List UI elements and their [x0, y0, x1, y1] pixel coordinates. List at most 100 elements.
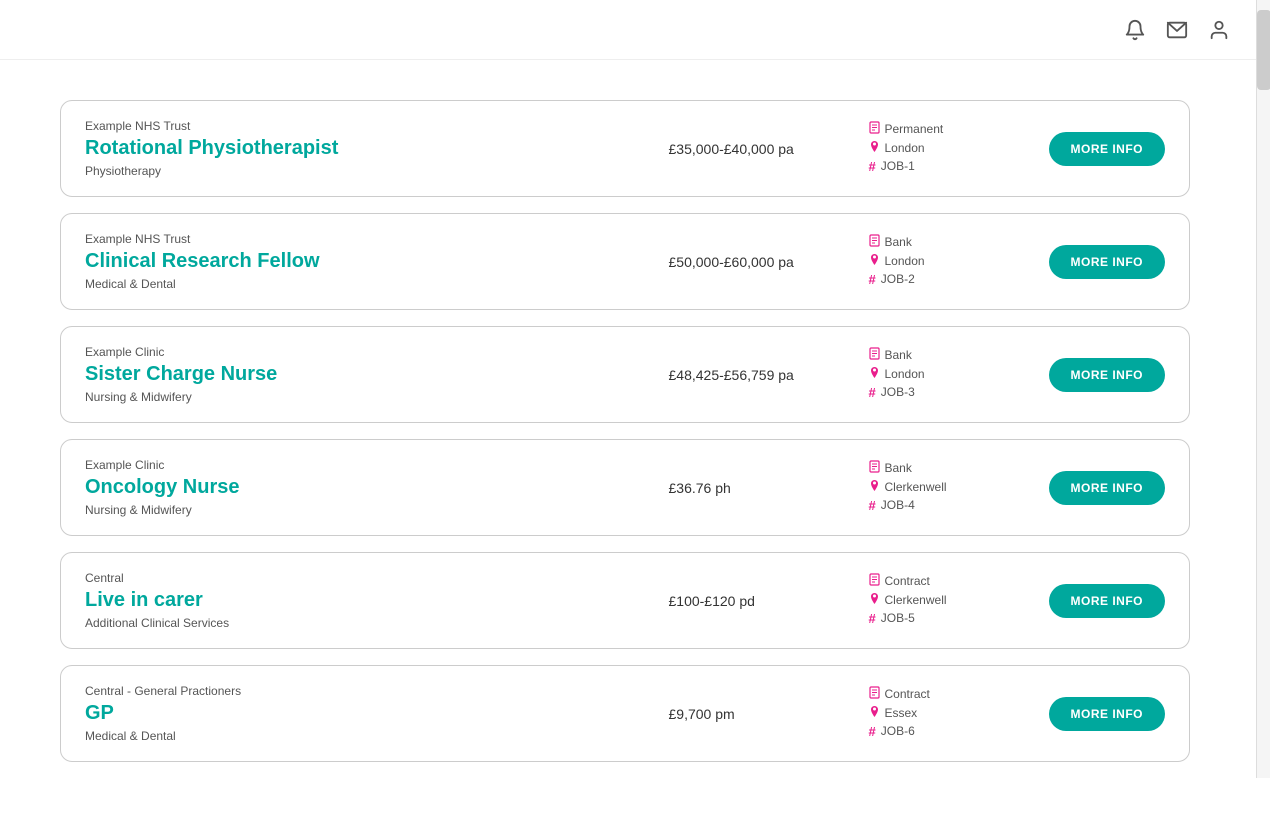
job-info: Central Live in carer Additional Clinica…	[85, 571, 649, 630]
hash-icon: #	[869, 272, 876, 287]
job-id: # JOB-2	[869, 272, 1029, 287]
more-info-button[interactable]: MORE INFO	[1049, 697, 1166, 731]
jobs-list: Example NHS Trust Rotational Physiothera…	[0, 60, 1270, 818]
job-location: Essex	[869, 705, 1029, 721]
scrollbar[interactable]	[1256, 0, 1270, 778]
job-card: Example NHS Trust Clinical Research Fell…	[60, 213, 1190, 310]
job-title: GP	[85, 702, 649, 725]
job-salary: £100-£120 pd	[669, 593, 849, 609]
job-id: # JOB-6	[869, 724, 1029, 739]
more-info-button[interactable]: MORE INFO	[1049, 358, 1166, 392]
job-org: Example NHS Trust	[85, 232, 649, 246]
job-card: Example Clinic Sister Charge Nurse Nursi…	[60, 326, 1190, 423]
more-info-button[interactable]: MORE INFO	[1049, 245, 1166, 279]
job-type-text: Bank	[885, 235, 912, 249]
doc-icon	[869, 460, 880, 476]
job-location-text: Clerkenwell	[885, 593, 947, 607]
hash-icon: #	[869, 159, 876, 174]
job-meta: Contract Essex # JOB-6	[869, 686, 1029, 742]
job-info: Example Clinic Oncology Nurse Nursing & …	[85, 458, 649, 517]
job-info: Example NHS Trust Rotational Physiothera…	[85, 119, 649, 178]
job-id: # JOB-5	[869, 611, 1029, 626]
job-type-text: Contract	[885, 687, 930, 701]
job-id-text: JOB-6	[881, 724, 915, 738]
job-title: Oncology Nurse	[85, 476, 649, 499]
job-location-text: London	[885, 254, 925, 268]
job-id-text: JOB-4	[881, 498, 915, 512]
job-info: Example NHS Trust Clinical Research Fell…	[85, 232, 649, 291]
job-type-text: Bank	[885, 461, 912, 475]
hash-icon: #	[869, 385, 876, 400]
job-location-text: Essex	[885, 706, 918, 720]
job-id: # JOB-4	[869, 498, 1029, 513]
mail-icon[interactable]	[1166, 19, 1188, 41]
job-type: Bank	[869, 460, 1029, 476]
job-category: Additional Clinical Services	[85, 616, 649, 630]
doc-icon	[869, 686, 880, 702]
job-type: Bank	[869, 234, 1029, 250]
job-location: London	[869, 140, 1029, 156]
job-id-text: JOB-1	[881, 159, 915, 173]
doc-icon	[869, 573, 880, 589]
job-type: Permanent	[869, 121, 1029, 137]
location-icon	[869, 366, 880, 382]
job-meta: Bank London # JOB-2	[869, 234, 1029, 290]
job-title: Rotational Physiotherapist	[85, 137, 649, 160]
job-org: Example Clinic	[85, 458, 649, 472]
location-icon	[869, 253, 880, 269]
job-title: Live in carer	[85, 589, 649, 612]
job-category: Medical & Dental	[85, 729, 649, 743]
job-location: Clerkenwell	[869, 592, 1029, 608]
doc-icon	[869, 121, 880, 137]
job-salary: £9,700 pm	[669, 706, 849, 722]
main-nav	[1064, 27, 1094, 33]
job-org: Central - General Practioners	[85, 684, 649, 698]
job-category: Physiotherapy	[85, 164, 649, 178]
job-type: Contract	[869, 573, 1029, 589]
more-info-button[interactable]: MORE INFO	[1049, 584, 1166, 618]
job-id: # JOB-3	[869, 385, 1029, 400]
job-salary: £50,000-£60,000 pa	[669, 254, 849, 270]
job-salary: £48,425-£56,759 pa	[669, 367, 849, 383]
more-info-button[interactable]: MORE INFO	[1049, 132, 1166, 166]
job-card: Central - General Practioners GP Medical…	[60, 665, 1190, 762]
job-type-text: Bank	[885, 348, 912, 362]
job-meta: Contract Clerkenwell # JOB-5	[869, 573, 1029, 629]
job-category: Medical & Dental	[85, 277, 649, 291]
job-salary: £36.76 ph	[669, 480, 849, 496]
more-info-button[interactable]: MORE INFO	[1049, 471, 1166, 505]
job-location: London	[869, 253, 1029, 269]
job-location: Clerkenwell	[869, 479, 1029, 495]
job-info: Example Clinic Sister Charge Nurse Nursi…	[85, 345, 649, 404]
job-type-text: Permanent	[885, 122, 944, 136]
scrollbar-thumb[interactable]	[1257, 10, 1270, 90]
job-category: Nursing & Midwifery	[85, 390, 649, 404]
hash-icon: #	[869, 611, 876, 626]
job-location-text: London	[885, 141, 925, 155]
job-title: Sister Charge Nurse	[85, 363, 649, 386]
job-info: Central - General Practioners GP Medical…	[85, 684, 649, 743]
job-id-text: JOB-2	[881, 272, 915, 286]
bell-icon[interactable]	[1124, 19, 1146, 41]
job-id-text: JOB-3	[881, 385, 915, 399]
job-id-text: JOB-5	[881, 611, 915, 625]
location-icon	[869, 705, 880, 721]
job-meta: Bank Clerkenwell # JOB-4	[869, 460, 1029, 516]
job-org: Example Clinic	[85, 345, 649, 359]
job-meta: Bank London # JOB-3	[869, 347, 1029, 403]
job-card: Example Clinic Oncology Nurse Nursing & …	[60, 439, 1190, 536]
location-icon	[869, 592, 880, 608]
hash-icon: #	[869, 724, 876, 739]
job-category: Nursing & Midwifery	[85, 503, 649, 517]
doc-icon	[869, 234, 880, 250]
job-meta: Permanent London # JOB-1	[869, 121, 1029, 177]
doc-icon	[869, 347, 880, 363]
hash-icon: #	[869, 498, 876, 513]
job-type: Contract	[869, 686, 1029, 702]
job-card: Central Live in carer Additional Clinica…	[60, 552, 1190, 649]
user-icon[interactable]	[1208, 19, 1230, 41]
job-location-text: London	[885, 367, 925, 381]
job-type: Bank	[869, 347, 1029, 363]
job-location-text: Clerkenwell	[885, 480, 947, 494]
header-icons	[1124, 19, 1230, 41]
